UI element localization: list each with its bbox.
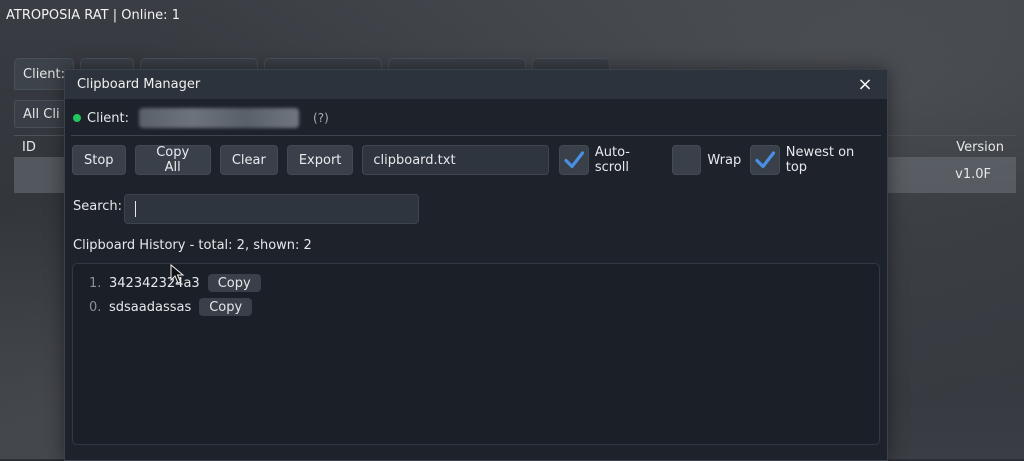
divider — [71, 135, 881, 136]
column-id[interactable]: ID — [22, 140, 36, 155]
clipboard-manager-dialog: Clipboard Manager × Client: (?) Stop Cop… — [64, 69, 888, 461]
copy-button[interactable]: Copy — [199, 298, 253, 316]
wrap-label: Wrap — [707, 152, 742, 168]
client-label: Client: — [87, 110, 130, 126]
item-text: sdsaadassas — [109, 299, 192, 315]
export-button[interactable]: Export — [286, 145, 354, 175]
toolbar: Stop Copy All Clear Export clipboard.txt… — [72, 145, 887, 175]
search-input[interactable] — [124, 194, 419, 224]
checkmark-icon — [755, 151, 776, 169]
row-version: v1.0F — [955, 167, 991, 182]
auto-scroll-label: Auto-scroll — [594, 145, 630, 175]
history-summary: Clipboard History - total: 2, shown: 2 — [73, 238, 312, 253]
close-icon[interactable]: × — [855, 74, 875, 95]
item-index: 0. — [89, 299, 102, 315]
item-text: 342342324a3 — [109, 275, 200, 291]
checkmark-icon — [564, 151, 585, 169]
wrap-checkbox[interactable] — [671, 145, 702, 175]
stop-button[interactable]: Stop — [72, 145, 126, 175]
clear-button[interactable]: Clear — [219, 145, 278, 175]
copy-button[interactable]: Copy — [207, 274, 261, 292]
client-filter[interactable]: All Cli — [14, 100, 69, 128]
client-row: Client: (?) — [73, 108, 329, 128]
mouse-cursor-icon — [170, 263, 185, 284]
export-filename-input[interactable]: clipboard.txt — [362, 145, 550, 175]
dialog-title: Clipboard Manager — [77, 77, 201, 92]
list-item: 0. sdsaadassas Copy — [89, 298, 253, 316]
newest-on-top-label: Newest on top — [785, 145, 855, 175]
text-caret — [135, 201, 136, 217]
clipboard-history-list[interactable]: 1. 342342324a3 Copy 0. sdsaadassas Copy — [72, 263, 880, 445]
item-index: 1. — [89, 275, 102, 291]
auto-scroll-checkbox[interactable] — [559, 145, 589, 175]
help-icon[interactable]: (?) — [313, 111, 329, 125]
app-title: ATROPOSIA RAT | Online: 1 — [6, 8, 180, 23]
copy-all-button[interactable]: Copy All — [134, 145, 211, 175]
column-version[interactable]: Version — [956, 140, 1004, 155]
newest-on-top-checkbox[interactable] — [750, 145, 780, 175]
dialog-titlebar[interactable]: Clipboard Manager × — [65, 70, 887, 99]
online-status-icon — [73, 114, 81, 122]
search-label: Search: — [73, 199, 123, 214]
client-id-redacted — [139, 108, 300, 128]
